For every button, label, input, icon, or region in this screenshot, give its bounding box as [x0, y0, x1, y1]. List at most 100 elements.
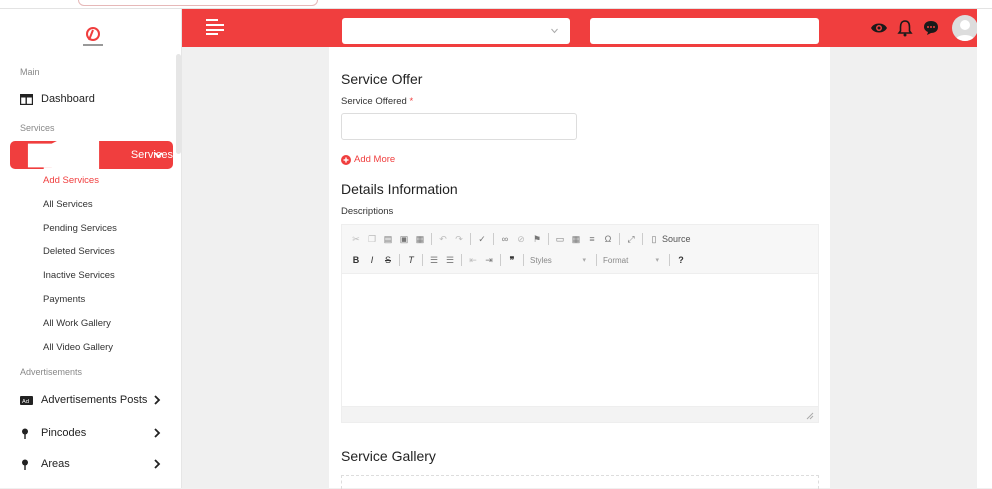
add-more-label: Add More — [354, 154, 396, 165]
sidebar-subitem-work-gallery[interactable]: All Work Gallery — [43, 318, 111, 329]
sidebar-item-ads-posts[interactable]: Ad Advertisements Posts — [20, 394, 162, 406]
outdent-icon[interactable]: ⇤ — [468, 255, 478, 265]
editor-toolbar-row-2: B I S T ☰ ☰ ⇤ ⇥ ❞ Styles Format ? — [351, 252, 686, 268]
pin-icon — [22, 428, 28, 439]
spellcheck-icon[interactable]: ✓ — [477, 234, 487, 244]
section-title-details: Details Information — [341, 181, 458, 197]
resize-grip-icon[interactable] — [806, 412, 814, 420]
eye-icon[interactable] — [870, 19, 888, 37]
toolbar-separator — [493, 233, 494, 245]
horizontal-rule-icon[interactable]: ≡ — [587, 234, 597, 244]
strikethrough-icon[interactable]: S — [383, 255, 393, 265]
right-edge-panel — [977, 9, 992, 488]
required-marker: * — [409, 96, 414, 107]
sidebar-item-pincodes[interactable]: Pincodes — [20, 427, 86, 439]
sidebar-item-label: Advertisements Posts — [41, 394, 148, 406]
svg-text:Ad: Ad — [22, 399, 29, 405]
help-icon[interactable]: ? — [676, 255, 686, 265]
remove-format-icon[interactable]: T — [406, 255, 416, 265]
sidebar-scrollbar[interactable] — [176, 54, 181, 154]
blockquote-icon[interactable]: ❞ — [507, 255, 517, 265]
bulleted-list-icon[interactable]: ☰ — [445, 255, 455, 265]
ad-icon: Ad — [20, 395, 33, 405]
section-label-main: Main — [20, 67, 40, 77]
sidebar-subitem-deleted-services[interactable]: Deleted Services — [43, 246, 115, 257]
section-title-service-offer: Service Offer — [341, 71, 423, 87]
service-form-card: Service Offer Service Offered * Add More… — [329, 47, 830, 489]
sidebar-item-services[interactable]: Services — [10, 119, 173, 191]
numbered-list-icon[interactable]: ☰ — [429, 255, 439, 265]
link-icon[interactable]: ∞ — [500, 234, 510, 244]
sidebar-subitem-all-services[interactable]: All Services — [43, 199, 93, 210]
sidebar-subitem-add-services[interactable]: Add Services — [43, 175, 99, 186]
add-more-link[interactable]: Add More — [341, 154, 395, 165]
toolbar-separator — [500, 254, 501, 266]
sidebar-subitem-inactive-services[interactable]: Inactive Services — [43, 270, 115, 281]
toolbar-separator — [548, 233, 549, 245]
hamburger-icon[interactable] — [206, 19, 224, 35]
toolbar-separator — [422, 254, 423, 266]
bell-icon[interactable] — [896, 19, 914, 37]
descriptions-label: Descriptions — [341, 206, 394, 217]
rich-text-editor[interactable]: ✂ ❐ ▤ ▣ ▦ ↶ ↷ ✓ ∞ ⊘ ⚑ ▭ ▦ ≡ Ω ⤢ ▯ Source… — [341, 224, 819, 423]
paste-text-icon[interactable]: ▣ — [399, 234, 409, 244]
special-char-icon[interactable]: Ω — [603, 234, 613, 244]
chat-icon[interactable] — [922, 19, 940, 37]
cut-icon[interactable]: ✂ — [351, 234, 361, 244]
browser-url-pill — [78, 0, 318, 6]
browser-top-strip — [0, 0, 992, 9]
section-title-gallery: Service Gallery — [341, 448, 436, 464]
toolbar-separator — [619, 233, 620, 245]
brand-logo[interactable] — [78, 25, 108, 49]
editor-toolbar: ✂ ❐ ▤ ▣ ▦ ↶ ↷ ✓ ∞ ⊘ ⚑ ▭ ▦ ≡ Ω ⤢ ▯ Source… — [342, 225, 818, 274]
source-doc-icon: ▯ — [651, 234, 657, 244]
chevron-right-icon — [154, 459, 161, 469]
sidebar-subitem-video-gallery[interactable]: All Video Gallery — [43, 342, 113, 353]
editor-status-bar — [342, 406, 818, 422]
service-offered-label: Service Offered * — [341, 96, 413, 107]
format-dropdown[interactable]: Format — [603, 256, 663, 265]
sidebar-subitem-pending-services[interactable]: Pending Services — [43, 223, 117, 234]
indent-icon[interactable]: ⇥ — [484, 255, 494, 265]
pin-icon — [22, 459, 28, 470]
styles-dropdown[interactable]: Styles — [530, 256, 590, 265]
source-label: Source — [662, 234, 691, 244]
maximize-icon[interactable]: ⤢ — [626, 234, 636, 244]
section-label-advertisements: Advertisements — [20, 367, 83, 377]
toolbar-separator — [470, 233, 471, 245]
bold-icon[interactable]: B — [351, 255, 361, 265]
paste-word-icon[interactable]: ▦ — [415, 234, 425, 244]
table-icon[interactable]: ▦ — [571, 234, 581, 244]
sidebar-item-label: Services — [130, 149, 173, 161]
sidebar-item-dashboard[interactable]: Dashboard — [20, 93, 95, 105]
italic-icon[interactable]: I — [367, 255, 377, 265]
undo-icon[interactable]: ↶ — [438, 234, 448, 244]
service-offered-input[interactable] — [341, 113, 577, 140]
sidebar-item-label: Areas — [41, 458, 70, 470]
toolbar-separator — [399, 254, 400, 266]
toolbar-separator — [523, 254, 524, 266]
unlink-icon[interactable]: ⊘ — [516, 234, 526, 244]
sidebar-item-areas[interactable]: Areas — [20, 458, 70, 470]
source-button[interactable]: ▯ Source — [649, 234, 691, 244]
sidebar-item-label: Dashboard — [41, 93, 95, 105]
image-icon[interactable]: ▭ — [555, 234, 565, 244]
label-text: Service Offered — [341, 96, 407, 107]
toolbar-separator — [596, 254, 597, 266]
chevron-right-icon — [154, 395, 161, 405]
sidebar-item-label: Pincodes — [41, 427, 87, 439]
chevron-right-icon — [154, 428, 161, 438]
sidebar-subitem-payments[interactable]: Payments — [43, 294, 85, 305]
paste-icon[interactable]: ▤ — [383, 234, 393, 244]
user-avatar[interactable] — [952, 15, 978, 41]
anchor-flag-icon[interactable]: ⚑ — [532, 234, 542, 244]
toolbar-separator — [669, 254, 670, 266]
toolbar-separator — [431, 233, 432, 245]
copy-icon[interactable]: ❐ — [367, 234, 377, 244]
gallery-dropzone[interactable] — [341, 475, 819, 489]
dashboard-icon — [20, 93, 33, 105]
top-header — [182, 9, 978, 47]
redo-icon[interactable]: ↷ — [454, 234, 464, 244]
header-select[interactable] — [342, 18, 570, 44]
header-search-input[interactable] — [590, 18, 819, 44]
